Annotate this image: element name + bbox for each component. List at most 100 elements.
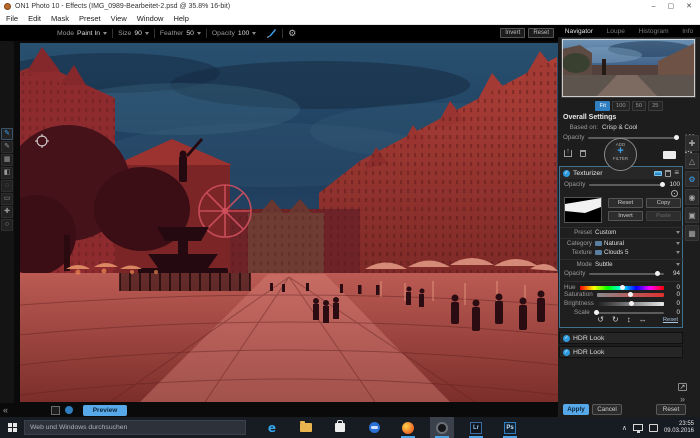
- save-preset-icon[interactable]: ↑: [564, 150, 572, 157]
- tab-navigator[interactable]: Navigator: [565, 28, 593, 35]
- reset-mask-button[interactable]: Reset: [528, 28, 554, 38]
- taskbar-store-icon[interactable]: [328, 417, 352, 438]
- hdr-look-pane-1[interactable]: ✓ HDR Look: [559, 332, 683, 344]
- filter-enabled-toggle[interactable]: ✓: [563, 335, 570, 342]
- taskbar-photoshop-icon[interactable]: Ps: [498, 417, 522, 438]
- tab-info[interactable]: Info: [682, 28, 693, 35]
- share-icon[interactable]: ↗: [678, 383, 687, 391]
- filter-enabled-toggle[interactable]: ✓: [563, 349, 570, 356]
- tab-loupe[interactable]: Loupe: [607, 28, 625, 35]
- mask-paste-button[interactable]: Paste: [646, 211, 681, 221]
- settings-pane-icon[interactable]: ⚙: [685, 171, 699, 187]
- image-canvas[interactable]: [20, 43, 558, 402]
- tab-histogram[interactable]: Histogram: [639, 28, 669, 35]
- feather-dropdown[interactable]: Feather 50: [155, 30, 206, 37]
- compare-view-icon[interactable]: [51, 406, 60, 415]
- perfect-brush-toggle[interactable]: [261, 28, 282, 39]
- taskbar-firefox-icon[interactable]: [396, 417, 420, 438]
- based-on-value[interactable]: Crisp & Cool: [602, 124, 637, 131]
- masking-bug-tool[interactable]: ▦: [1, 154, 13, 166]
- preview-button[interactable]: Preview: [83, 405, 127, 416]
- action-center-icon[interactable]: [649, 424, 658, 432]
- start-button[interactable]: [0, 417, 24, 438]
- category-dropdown[interactable]: Category Natural: [560, 238, 684, 247]
- filter-mask-thumbnail[interactable]: [564, 197, 602, 223]
- size-dropdown[interactable]: Size 90: [113, 30, 154, 37]
- taskbar-lightroom-icon[interactable]: Lr: [464, 417, 488, 438]
- flip-horizontal-icon[interactable]: ↔: [639, 315, 647, 324]
- taskbar-clock[interactable]: 23:55 09.03.2016: [664, 421, 696, 435]
- preset-dropdown[interactable]: Preset Custom: [560, 227, 684, 236]
- presets-pane-icon[interactable]: ▦: [685, 225, 699, 241]
- blend-opacity-slider[interactable]: [589, 273, 664, 275]
- chisel-mask-tool[interactable]: ◌: [1, 180, 13, 192]
- panel-reset-button[interactable]: Reset: [656, 404, 686, 415]
- collapse-left-panel-icon[interactable]: »: [0, 404, 11, 416]
- add-filter-button[interactable]: ADD + FILTER: [604, 138, 637, 171]
- mode-dropdown[interactable]: Mode Paint In: [52, 30, 112, 37]
- taskbar-mail-icon[interactable]: [362, 417, 386, 438]
- mask-preview-icon[interactable]: [663, 151, 676, 159]
- taskbar-on1-photo-icon[interactable]: [430, 417, 454, 438]
- zoom-fit-button[interactable]: Fit: [595, 101, 609, 111]
- minimize-button[interactable]: –: [652, 0, 656, 13]
- refine-mask-tool[interactable]: ◧: [1, 167, 13, 179]
- zoom-100-button[interactable]: 100: [612, 101, 630, 111]
- soft-proof-icon[interactable]: [65, 406, 73, 414]
- menu-mask[interactable]: Mask: [51, 14, 69, 23]
- menu-file[interactable]: File: [6, 14, 18, 23]
- perfect-brush-tool[interactable]: ✎: [1, 141, 13, 153]
- menu-help[interactable]: Help: [173, 14, 188, 23]
- saturation-slider[interactable]: [597, 293, 664, 297]
- tray-chevron-icon[interactable]: ∧: [622, 424, 627, 432]
- blur-mask-tool[interactable]: ▭: [1, 193, 13, 205]
- zoom-50-button[interactable]: 50: [632, 101, 646, 111]
- blend-mode-dropdown[interactable]: Mode Subtle: [560, 259, 684, 268]
- filter-enabled-toggle[interactable]: ✓: [563, 170, 570, 177]
- zoom-25-button[interactable]: 25: [648, 101, 662, 111]
- rotate-left-icon[interactable]: ↺: [597, 315, 604, 324]
- network-icon[interactable]: [633, 424, 643, 431]
- effects-pane-icon[interactable]: ✚: [685, 135, 699, 151]
- texturizer-reset-link[interactable]: Reset: [663, 317, 678, 323]
- menu-window[interactable]: Window: [137, 14, 164, 23]
- perfect-eraser-tool[interactable]: ✚: [1, 206, 13, 218]
- hdr-look-pane-2[interactable]: ✓ HDR Look: [559, 346, 683, 358]
- overall-opacity-slider[interactable]: [588, 137, 679, 139]
- mask-reset-button[interactable]: Reset: [608, 198, 643, 208]
- feather-label: Feather: [160, 30, 183, 37]
- delete-filter-icon[interactable]: [665, 170, 671, 177]
- texture-dropdown[interactable]: Texture Clouds 5: [560, 248, 684, 256]
- cancel-button[interactable]: Cancel: [592, 404, 622, 415]
- masking-brush-tool[interactable]: ✎: [1, 128, 13, 140]
- filter-mask-view-icon[interactable]: [654, 171, 662, 176]
- mask-target-icon[interactable]: [671, 190, 678, 197]
- navigator-thumbnail[interactable]: [561, 38, 696, 98]
- hue-slider[interactable]: [580, 286, 664, 290]
- sharpen-pane-icon[interactable]: △: [685, 153, 699, 169]
- flip-vertical-icon[interactable]: ↕: [627, 315, 631, 324]
- close-button[interactable]: ✕: [686, 0, 692, 13]
- zoom-pan-tool[interactable]: ○: [1, 219, 13, 231]
- menu-view[interactable]: View: [111, 14, 127, 23]
- menu-edit[interactable]: Edit: [28, 14, 41, 23]
- mask-invert-button[interactable]: Invert: [608, 211, 643, 221]
- filter-menu-icon[interactable]: ≡: [674, 169, 679, 177]
- apply-button[interactable]: Apply: [563, 404, 589, 415]
- scale-slider[interactable]: [594, 312, 664, 314]
- filter-opacity-slider[interactable]: [589, 184, 664, 186]
- delete-icon[interactable]: [580, 150, 586, 157]
- opacity-dropdown[interactable]: Opacity 100: [207, 30, 261, 37]
- menu-preset[interactable]: Preset: [79, 14, 101, 23]
- brightness-slider[interactable]: [598, 302, 664, 306]
- taskbar-file-explorer-icon[interactable]: [294, 417, 318, 438]
- layers-pane-icon[interactable]: ▣: [685, 207, 699, 223]
- maximize-button[interactable]: ▢: [668, 0, 675, 13]
- rotate-right-icon[interactable]: ↻: [612, 315, 619, 324]
- portrait-pane-icon[interactable]: ◉: [685, 189, 699, 205]
- invert-mask-button[interactable]: Invert: [500, 28, 525, 38]
- brush-settings-gear-icon[interactable]: ⚙: [288, 29, 296, 38]
- taskbar-edge-icon[interactable]: e: [260, 417, 284, 438]
- taskbar-search-input[interactable]: [24, 420, 246, 435]
- mask-copy-button[interactable]: Copy: [646, 198, 681, 208]
